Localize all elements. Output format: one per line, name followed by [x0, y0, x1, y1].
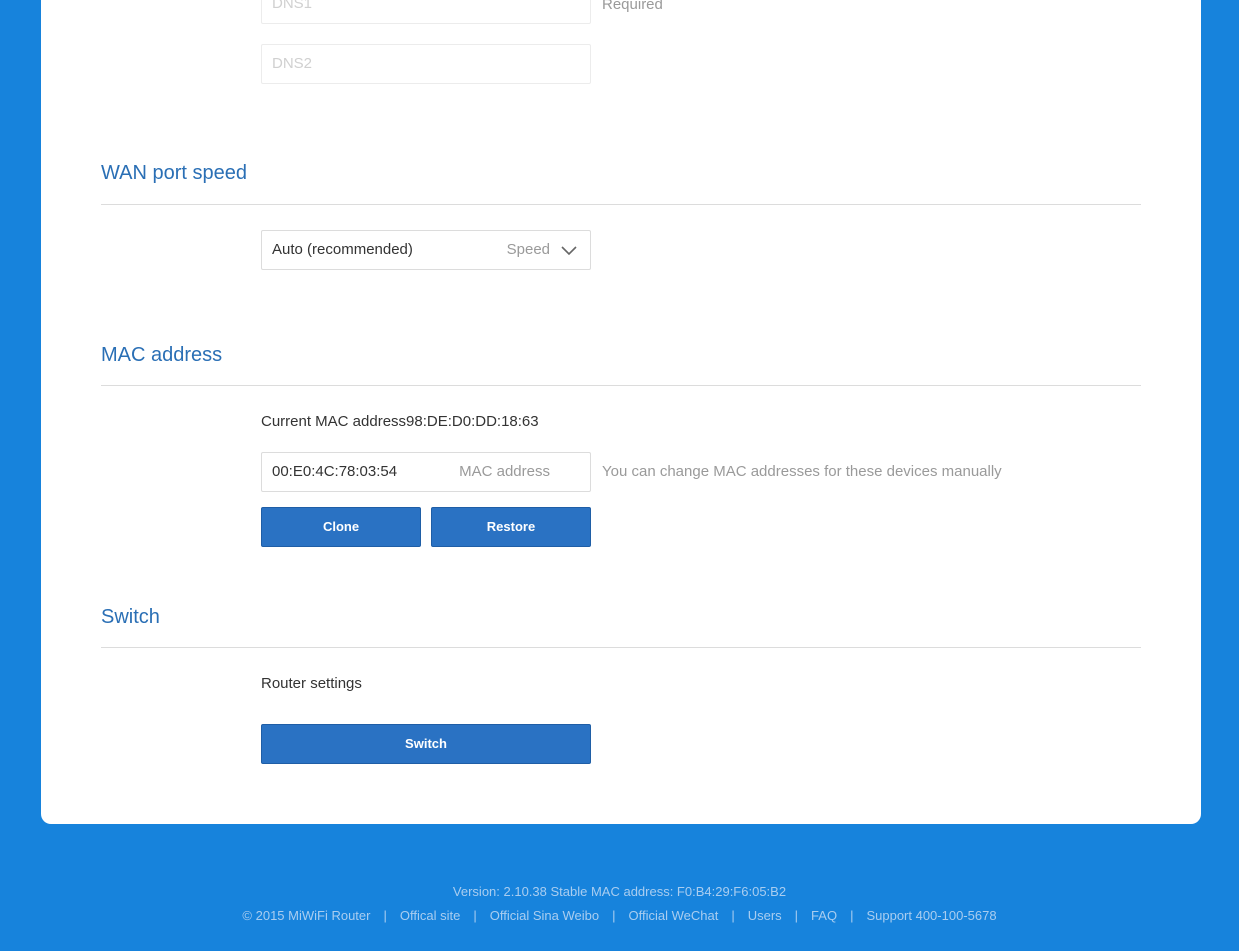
- dns1-placeholder: DNS1: [272, 0, 313, 12]
- wan-speed-select[interactable]: Auto (recommended) Speed: [261, 230, 591, 270]
- dns1-input[interactable]: DNS1: [261, 0, 591, 24]
- wan-speed-field-label: Speed: [506, 241, 550, 258]
- clone-button[interactable]: Clone: [261, 507, 421, 547]
- wan-speed-selected-value: Auto (recommended): [272, 241, 413, 258]
- dns2-input[interactable]: DNS2: [261, 44, 591, 84]
- mac-address-input[interactable]: 00:E0:4C:78:03:54 MAC address: [261, 452, 591, 492]
- dns2-placeholder: DNS2: [272, 55, 313, 72]
- footer-link-users[interactable]: Users: [748, 908, 782, 923]
- settings-card: DNS1 Required DNS2 WAN port speed Auto (…: [41, 0, 1201, 824]
- current-mac-address: Current MAC address98:DE:D0:DD:18:63: [261, 413, 539, 430]
- footer-link-faq[interactable]: FAQ: [811, 908, 837, 923]
- chevron-down-icon: [561, 246, 577, 256]
- mac-address-title: MAC address: [101, 344, 223, 366]
- footer-link-sina-weibo[interactable]: Official Sina Weibo: [490, 908, 599, 923]
- switch-divider: [101, 647, 1141, 648]
- footer-link-support[interactable]: Support 400-100-5678: [866, 908, 996, 923]
- footer-links: © 2015 MiWiFi Router | Offical site | Offici…: [242, 908, 997, 923]
- restore-button[interactable]: Restore: [431, 507, 591, 547]
- wan-speed-divider: [101, 204, 1141, 205]
- mac-address-field-label: MAC address: [459, 463, 550, 480]
- wan-speed-title: WAN port speed: [101, 162, 247, 184]
- footer-link-official-site[interactable]: Offical site: [400, 908, 460, 923]
- dns1-required-hint: Required: [602, 0, 663, 13]
- switch-title: Switch: [101, 606, 160, 628]
- copyright: © 2015 MiWiFi Router: [242, 908, 371, 923]
- footer-version: Version: 2.10.38 Stable MAC address: F0:…: [452, 884, 787, 899]
- mac-address-divider: [101, 385, 1141, 386]
- mac-address-value: 00:E0:4C:78:03:54: [272, 463, 398, 480]
- switch-button[interactable]: Switch: [261, 724, 591, 764]
- footer-link-wechat[interactable]: Official WeChat: [628, 908, 718, 923]
- switch-description: Router settings: [261, 675, 362, 692]
- mac-address-hint: You can change MAC addresses for these d…: [602, 463, 1002, 480]
